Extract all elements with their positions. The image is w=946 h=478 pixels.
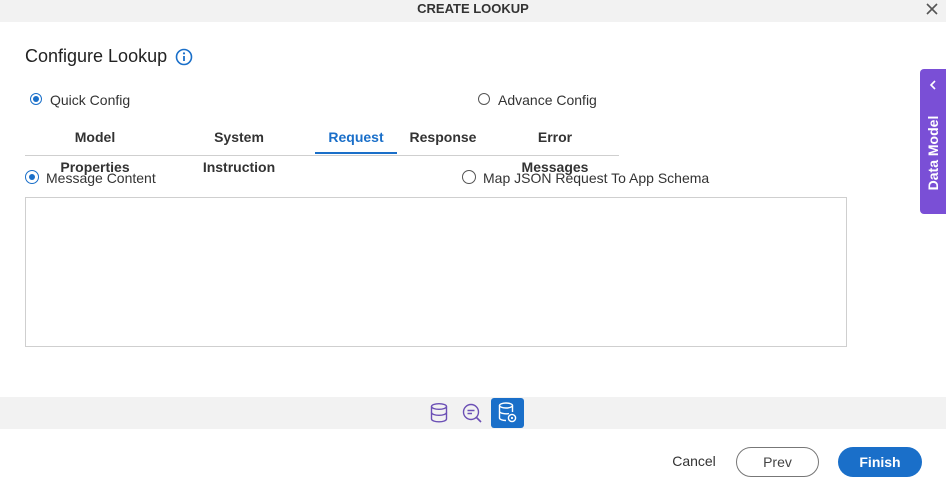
dialog-title-bar: CREATE LOOKUP — [0, 0, 946, 22]
prev-button[interactable]: Prev — [736, 447, 819, 477]
search-list-tool[interactable] — [459, 400, 485, 426]
page-title: Configure Lookup — [25, 46, 168, 66]
database-tool[interactable] — [426, 400, 452, 426]
advance-config-label[interactable]: Advance Config — [498, 92, 597, 108]
data-model-panel-toggle[interactable]: Data Model — [920, 69, 946, 214]
quick-config-label[interactable]: Quick Config — [50, 92, 130, 108]
message-content-label[interactable]: Message Content — [46, 170, 156, 186]
dialog-title: CREATE LOOKUP — [417, 1, 529, 16]
tool-strip — [0, 397, 946, 429]
tab-model-properties[interactable]: Model Properties — [40, 122, 150, 175]
message-content-input[interactable] — [25, 197, 847, 347]
advance-config-radio[interactable] — [478, 93, 490, 105]
tab-error-messages[interactable]: Error Messages — [503, 122, 607, 175]
config-tabs: Model Properties System Instruction Requ… — [25, 122, 619, 175]
finish-button[interactable]: Finish — [838, 447, 922, 477]
database-settings-icon — [498, 402, 517, 423]
map-json-request-label[interactable]: Map JSON Request To App Schema — [483, 170, 709, 186]
tab-request[interactable]: Request — [315, 122, 397, 154]
message-content-radio[interactable] — [25, 170, 39, 184]
chevron-left-icon — [929, 80, 936, 90]
database-icon — [430, 403, 448, 423]
map-json-request-radio[interactable] — [462, 170, 476, 184]
search-list-icon — [462, 403, 482, 423]
database-settings-tool[interactable] — [491, 398, 524, 428]
data-model-label: Data Model — [925, 115, 941, 191]
close-icon[interactable] — [924, 0, 940, 18]
info-icon[interactable] — [175, 48, 193, 66]
tab-system-instruction[interactable]: System Instruction — [178, 122, 300, 175]
tab-response[interactable]: Response — [409, 122, 477, 154]
quick-config-radio[interactable] — [30, 93, 42, 105]
cancel-button[interactable]: Cancel — [664, 451, 724, 471]
